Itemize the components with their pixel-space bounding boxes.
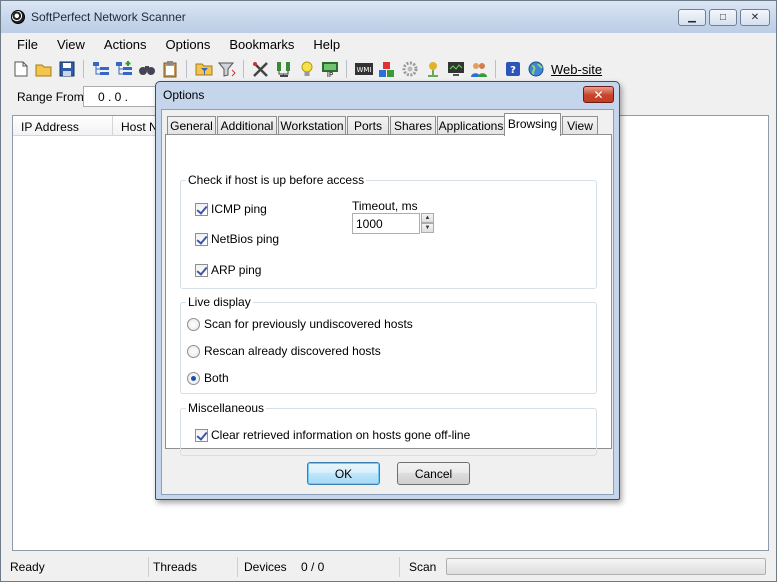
ip-icon[interactable]: IP bbox=[320, 60, 339, 78]
website-link[interactable]: Web-site bbox=[551, 62, 602, 77]
radio-scan-undiscovered[interactable]: Scan for previously undiscovered hosts bbox=[187, 317, 413, 331]
tab-applications[interactable]: Applications bbox=[437, 116, 505, 135]
netbios-ping-checkbox[interactable]: NetBios ping bbox=[195, 232, 279, 246]
help-icon[interactable]: ? bbox=[503, 60, 522, 78]
radio-rescan-discovered-circle bbox=[187, 344, 200, 358]
dialog-close-button[interactable]: ✕ bbox=[583, 86, 614, 103]
timeout-label: Timeout, ms bbox=[352, 199, 418, 213]
radio-scan-undiscovered-circle bbox=[187, 317, 200, 331]
tab-ports[interactable]: Ports bbox=[347, 116, 389, 135]
monitor-icon[interactable] bbox=[446, 60, 465, 78]
group-check-host: Check if host is up before access ICMP p… bbox=[180, 173, 597, 289]
find-icon[interactable] bbox=[137, 60, 156, 78]
tree-add-icon[interactable] bbox=[114, 60, 133, 78]
scan-progress-bar bbox=[446, 558, 766, 575]
status-threads: Threads bbox=[153, 560, 198, 574]
radio-scan-undiscovered-label: Scan for previously undiscovered hosts bbox=[204, 317, 413, 331]
folder-filter-icon[interactable] bbox=[194, 60, 213, 78]
users-icon[interactable] bbox=[469, 60, 488, 78]
netbios-ping-checkmark bbox=[195, 232, 208, 246]
group-check-host-legend: Check if host is up before access bbox=[186, 173, 367, 187]
wmi-icon[interactable]: WMI bbox=[354, 60, 373, 78]
menu-help[interactable]: Help bbox=[303, 34, 349, 54]
cancel-button[interactable]: Cancel bbox=[397, 462, 470, 485]
timeout-up-icon[interactable]: ▲ bbox=[421, 213, 434, 223]
group-miscellaneous-legend: Miscellaneous bbox=[186, 401, 267, 415]
status-devices-value: 0 / 0 bbox=[301, 560, 325, 574]
svg-text:?: ? bbox=[510, 65, 516, 76]
tab-workstation[interactable]: Workstation bbox=[278, 116, 346, 135]
timeout-spinner[interactable]: ▲ ▼ bbox=[421, 213, 434, 234]
network-icon[interactable] bbox=[274, 60, 293, 78]
menu-actions[interactable]: Actions bbox=[94, 34, 156, 54]
radio-both-circle bbox=[187, 371, 200, 385]
timeout-down-icon[interactable]: ▼ bbox=[421, 223, 434, 233]
window-title: SoftPerfect Network Scanner bbox=[31, 10, 186, 24]
menu-options[interactable]: Options bbox=[156, 34, 220, 54]
arp-ping-label: ARP ping bbox=[211, 263, 262, 277]
group-miscellaneous: Miscellaneous Clear retrieved informatio… bbox=[180, 401, 597, 456]
svg-text:IP: IP bbox=[326, 71, 332, 78]
ok-button[interactable]: OK bbox=[307, 462, 380, 485]
dialog-body: General Additional Workstation Ports Sha… bbox=[161, 109, 614, 495]
radio-rescan-discovered[interactable]: Rescan already discovered hosts bbox=[187, 344, 381, 358]
gear-icon[interactable] bbox=[400, 60, 419, 78]
status-bar: Ready Threads Devices 0 / 0 Scan bbox=[1, 556, 776, 581]
netbios-ping-label: NetBios ping bbox=[211, 232, 280, 246]
title-bar: SoftPerfect Network Scanner ▁ □ ✕ bbox=[1, 1, 776, 33]
tab-additional[interactable]: Additional bbox=[217, 116, 277, 135]
icmp-ping-checkmark bbox=[195, 202, 208, 216]
new-file-icon[interactable] bbox=[11, 60, 30, 78]
clear-offline-label: Clear retrieved information on hosts gon… bbox=[211, 428, 471, 442]
close-button[interactable]: ✕ bbox=[740, 9, 770, 26]
filter-icon[interactable] bbox=[217, 60, 236, 78]
group-live-display-legend: Live display bbox=[186, 295, 253, 309]
range-bar: Range From 0 . 0 . bbox=[6, 85, 173, 109]
range-from-label: Range From bbox=[17, 90, 84, 104]
arp-ping-checkmark bbox=[195, 263, 208, 277]
icmp-ping-checkbox[interactable]: ICMP ping bbox=[195, 202, 267, 216]
clipboard-icon[interactable] bbox=[160, 60, 179, 78]
tree-expand-icon[interactable] bbox=[91, 60, 110, 78]
bulb-icon[interactable] bbox=[297, 60, 316, 78]
blocks-icon[interactable] bbox=[377, 60, 396, 78]
radio-rescan-discovered-label: Rescan already discovered hosts bbox=[204, 344, 381, 358]
status-scan: Scan bbox=[409, 560, 437, 574]
column-ip-address[interactable]: IP Address bbox=[13, 116, 113, 136]
dialog-title: Options bbox=[163, 88, 205, 102]
browsing-tab-panel: Check if host is up before access ICMP p… bbox=[165, 134, 612, 456]
save-icon[interactable] bbox=[57, 60, 76, 78]
options-dialog: Options ✕ General Additional Workstation… bbox=[155, 81, 620, 500]
pin-icon[interactable] bbox=[423, 60, 442, 78]
tab-view[interactable]: View bbox=[562, 116, 598, 135]
group-live-display: Live display Scan for previously undisco… bbox=[180, 295, 597, 394]
icmp-ping-label: ICMP ping bbox=[211, 202, 267, 216]
tab-browsing[interactable]: Browsing bbox=[504, 113, 561, 136]
tab-shares[interactable]: Shares bbox=[390, 116, 436, 135]
status-ready: Ready bbox=[10, 560, 45, 574]
clear-offline-checkbox[interactable]: Clear retrieved information on hosts gon… bbox=[195, 428, 470, 442]
globe-icon[interactable] bbox=[526, 60, 545, 78]
menu-view[interactable]: View bbox=[47, 34, 94, 54]
open-folder-icon[interactable] bbox=[34, 60, 53, 78]
tab-general[interactable]: General bbox=[167, 116, 216, 135]
menu-bookmarks[interactable]: Bookmarks bbox=[219, 34, 303, 54]
radio-both-label: Both bbox=[204, 371, 229, 385]
timeout-input[interactable]: 1000 bbox=[352, 213, 420, 234]
menu-file[interactable]: File bbox=[7, 34, 47, 54]
arp-ping-checkbox[interactable]: ARP ping bbox=[195, 263, 261, 277]
app-icon bbox=[11, 10, 25, 24]
clear-offline-checkmark bbox=[195, 428, 208, 442]
menu-bar: File View Actions Options Bookmarks Help bbox=[7, 34, 349, 54]
radio-both[interactable]: Both bbox=[187, 371, 229, 385]
tools-icon[interactable] bbox=[251, 60, 270, 78]
toolbar: IP WMI ? Web-site bbox=[11, 58, 602, 80]
svg-text:WMI: WMI bbox=[356, 66, 371, 74]
minimize-button[interactable]: ▁ bbox=[678, 9, 706, 26]
status-devices-label: Devices bbox=[244, 560, 287, 574]
maximize-button[interactable]: □ bbox=[709, 9, 737, 26]
